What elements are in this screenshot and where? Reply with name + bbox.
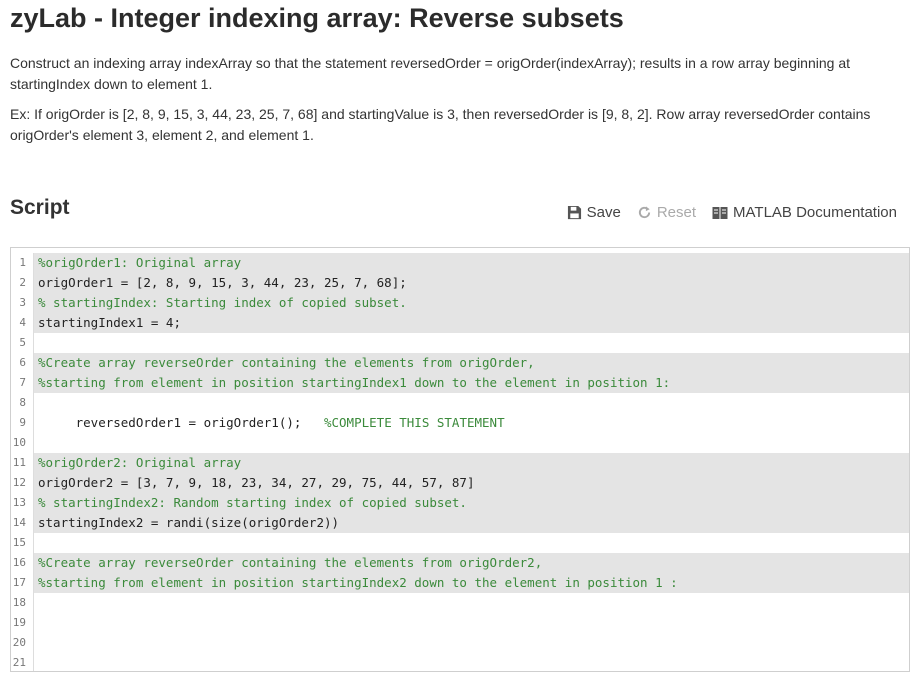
code-text: %Create array reverseOrder containing th… [34,553,909,573]
code-comment: % startingIndex: Starting index of copie… [38,295,407,310]
code-text[interactable] [34,593,909,613]
lab-example: Ex: If origOrder is [2, 8, 9, 15, 3, 44,… [10,106,871,143]
refresh-icon [637,205,652,220]
code-text: %starting from element in position start… [34,573,909,593]
line-number: 19 [11,613,34,633]
code-comment: % startingIndex2: Random starting index … [38,495,467,510]
line-number: 17 [11,573,34,593]
code-line[interactable]: 9 reversedOrder1 = origOrder1(); %COMPLE… [11,413,909,433]
line-number: 20 [11,633,34,653]
line-number: 21 [11,653,34,671]
code-statement: origOrder1 = [2, 8, 9, 15, 3, 44, 23, 25… [38,275,407,290]
code-line: 13 % startingIndex2: Random starting inde… [11,493,909,513]
code-line: 6 %Create array reverseOrder containing t… [11,353,909,373]
code-text: % startingIndex2: Random starting index … [34,493,909,513]
code-text[interactable] [34,393,909,413]
code-statement: startingIndex1 = 4; [38,315,181,330]
code-line: 17 %starting from element in position sta… [11,573,909,593]
code-comment: %Create array reverseOrder containing th… [38,555,543,570]
code-line: 14 startingIndex2 = randi(size(origOrder2… [11,513,909,533]
code-text: %origOrder2: Original array [34,453,909,473]
save-button[interactable]: Save [567,204,621,221]
book-icon [712,206,728,220]
code-line[interactable]: 19 [11,613,909,633]
docs-label: MATLAB Documentation [733,204,897,221]
code-comment: %COMPLETE THIS STATEMENT [323,415,505,430]
code-comment: %starting from element in position start… [38,575,678,590]
matlab-docs-link[interactable]: MATLAB Documentation [712,204,897,221]
line-number: 6 [11,353,34,373]
code-statement: origOrder2 = [3, 7, 9, 18, 23, 34, 27, 2… [38,475,475,490]
code-line[interactable]: 20 [11,633,909,653]
lab-description: Construct an indexing array indexArray s… [10,55,850,92]
line-number: 15 [11,533,34,553]
code-editor[interactable]: 1 %origOrder1: Original array 2 origOrder1 … [10,247,910,672]
floppy-disk-icon [567,205,582,220]
line-number: 8 [11,393,34,413]
line-number: 7 [11,373,34,393]
line-number: 3 [11,293,34,313]
code-text: startingIndex2 = randi(size(origOrder2)) [34,513,909,533]
code-text[interactable]: reversedOrder1 = origOrder1(); %COMPLETE… [34,413,909,433]
code-line[interactable]: 21 [11,653,909,671]
code-line: 2 origOrder1 = [2, 8, 9, 15, 3, 44, 23, 2… [11,273,909,293]
code-text[interactable] [34,653,909,671]
code-line: 7 %starting from element in position star… [11,373,909,393]
code-text: % startingIndex: Starting index of copie… [34,293,909,313]
code-line[interactable]: 15 [11,533,909,553]
line-number: 18 [11,593,34,613]
save-label: Save [586,204,621,221]
code-comment: %Create array reverseOrder containing th… [38,355,535,370]
code-text[interactable] [34,633,909,653]
code-comment: %origOrder2: Original array [38,455,242,470]
script-heading: Script [10,196,70,219]
line-number: 13 [11,493,34,513]
code-line[interactable]: 10 [11,433,909,453]
script-toolbar: Save Reset MATLAB Documentation [567,204,897,221]
code-text[interactable] [34,333,909,353]
code-text[interactable] [34,433,909,453]
reset-button[interactable]: Reset [637,204,696,221]
code-text: %Create array reverseOrder containing th… [34,353,909,373]
reset-label: Reset [656,204,697,221]
line-number: 2 [11,273,34,293]
code-text[interactable] [34,533,909,553]
line-number: 14 [11,513,34,533]
code-text: startingIndex1 = 4; [34,313,909,333]
code-statement: reversedOrder1 = origOrder1(); [38,415,324,430]
line-number: 12 [11,473,34,493]
line-number: 10 [11,433,34,453]
code-line[interactable]: 5 [11,333,909,353]
code-line: 11 %origOrder2: Original array [11,453,909,473]
code-line: 12 origOrder2 = [3, 7, 9, 18, 23, 34, 27,… [11,473,909,493]
code-text: origOrder1 = [2, 8, 9, 15, 3, 44, 23, 25… [34,273,909,293]
code-text[interactable] [34,613,909,633]
line-number: 4 [11,313,34,333]
line-number: 1 [11,253,34,273]
code-text: %origOrder1: Original array [34,253,909,273]
code-line: 1 %origOrder1: Original array [11,253,909,273]
code-line[interactable]: 8 [11,393,909,413]
line-number: 16 [11,553,34,573]
code-text: %starting from element in position start… [34,373,909,393]
code-comment: %origOrder1: Original array [38,255,242,270]
line-number: 9 [11,413,34,433]
line-number: 5 [11,333,34,353]
page-title: zyLab - Integer indexing array: Reverse … [10,3,624,33]
code-comment: %starting from element in position start… [38,375,671,390]
code-line: 16 %Create array reverseOrder containing … [11,553,909,573]
line-number: 11 [11,453,34,473]
code-line[interactable]: 18 [11,593,909,613]
code-line: 4 startingIndex1 = 4; [11,313,909,333]
code-text: origOrder2 = [3, 7, 9, 18, 23, 34, 27, 2… [34,473,909,493]
code-line: 3 % startingIndex: Starting index of copi… [11,293,909,313]
code-statement: startingIndex2 = randi(size(origOrder2)) [38,515,340,530]
